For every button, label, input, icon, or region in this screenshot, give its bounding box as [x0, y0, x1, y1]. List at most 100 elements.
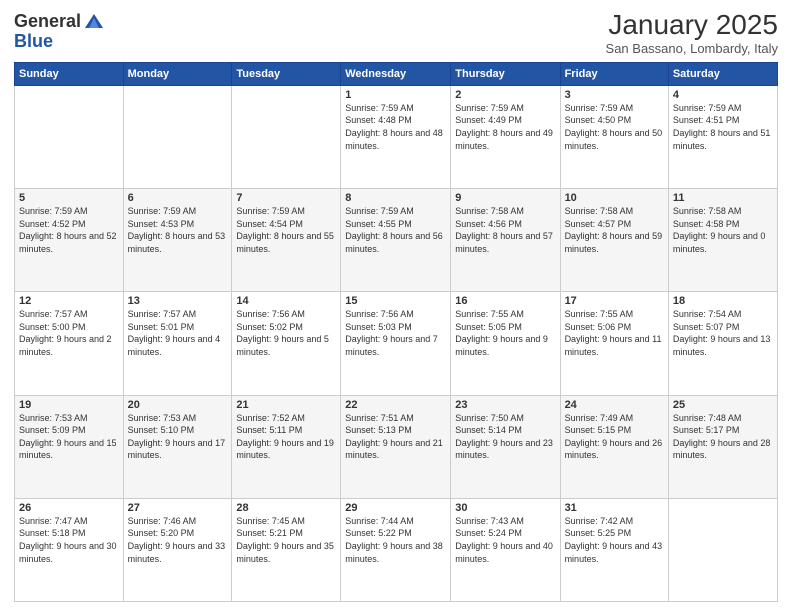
table-row: 4Sunrise: 7:59 AM Sunset: 4:51 PM Daylig…: [668, 85, 777, 188]
title-area: January 2025 San Bassano, Lombardy, Ital…: [606, 10, 778, 56]
day-number: 6: [128, 192, 228, 204]
table-row: 11Sunrise: 7:58 AM Sunset: 4:58 PM Dayli…: [668, 189, 777, 292]
day-number: 22: [345, 399, 446, 411]
day-info: Sunrise: 7:57 AM Sunset: 5:01 PM Dayligh…: [128, 308, 228, 358]
header-friday: Friday: [560, 62, 668, 85]
table-row: 2Sunrise: 7:59 AM Sunset: 4:49 PM Daylig…: [451, 85, 560, 188]
day-number: 20: [128, 399, 228, 411]
header-saturday: Saturday: [668, 62, 777, 85]
top-section: General Blue January 2025 San Bassano, L…: [14, 10, 778, 56]
table-row: 7Sunrise: 7:59 AM Sunset: 4:54 PM Daylig…: [232, 189, 341, 292]
header-wednesday: Wednesday: [341, 62, 451, 85]
day-info: Sunrise: 7:49 AM Sunset: 5:15 PM Dayligh…: [565, 412, 664, 462]
header-monday: Monday: [123, 62, 232, 85]
day-number: 27: [128, 502, 228, 514]
calendar-row: 5Sunrise: 7:59 AM Sunset: 4:52 PM Daylig…: [15, 189, 778, 292]
table-row: 10Sunrise: 7:58 AM Sunset: 4:57 PM Dayli…: [560, 189, 668, 292]
table-row: 15Sunrise: 7:56 AM Sunset: 5:03 PM Dayli…: [341, 292, 451, 395]
day-info: Sunrise: 7:54 AM Sunset: 5:07 PM Dayligh…: [673, 308, 773, 358]
table-row: 13Sunrise: 7:57 AM Sunset: 5:01 PM Dayli…: [123, 292, 232, 395]
location-title: San Bassano, Lombardy, Italy: [606, 41, 778, 56]
table-row: 3Sunrise: 7:59 AM Sunset: 4:50 PM Daylig…: [560, 85, 668, 188]
day-info: Sunrise: 7:46 AM Sunset: 5:20 PM Dayligh…: [128, 515, 228, 565]
page: General Blue January 2025 San Bassano, L…: [0, 0, 792, 612]
table-row: 25Sunrise: 7:48 AM Sunset: 5:17 PM Dayli…: [668, 395, 777, 498]
table-row: 19Sunrise: 7:53 AM Sunset: 5:09 PM Dayli…: [15, 395, 124, 498]
day-number: 30: [455, 502, 555, 514]
day-number: 8: [345, 192, 446, 204]
day-info: Sunrise: 7:58 AM Sunset: 4:56 PM Dayligh…: [455, 205, 555, 255]
day-number: 1: [345, 89, 446, 101]
table-row: 26Sunrise: 7:47 AM Sunset: 5:18 PM Dayli…: [15, 498, 124, 601]
day-info: Sunrise: 7:59 AM Sunset: 4:51 PM Dayligh…: [673, 102, 773, 152]
table-row: 6Sunrise: 7:59 AM Sunset: 4:53 PM Daylig…: [123, 189, 232, 292]
table-row: 1Sunrise: 7:59 AM Sunset: 4:48 PM Daylig…: [341, 85, 451, 188]
day-number: 4: [673, 89, 773, 101]
day-number: 21: [236, 399, 336, 411]
day-info: Sunrise: 7:59 AM Sunset: 4:55 PM Dayligh…: [345, 205, 446, 255]
day-number: 26: [19, 502, 119, 514]
day-info: Sunrise: 7:48 AM Sunset: 5:17 PM Dayligh…: [673, 412, 773, 462]
day-info: Sunrise: 7:57 AM Sunset: 5:00 PM Dayligh…: [19, 308, 119, 358]
calendar-table: Sunday Monday Tuesday Wednesday Thursday…: [14, 62, 778, 602]
header-tuesday: Tuesday: [232, 62, 341, 85]
day-info: Sunrise: 7:59 AM Sunset: 4:49 PM Dayligh…: [455, 102, 555, 152]
day-info: Sunrise: 7:53 AM Sunset: 5:09 PM Dayligh…: [19, 412, 119, 462]
day-info: Sunrise: 7:56 AM Sunset: 5:03 PM Dayligh…: [345, 308, 446, 358]
day-info: Sunrise: 7:50 AM Sunset: 5:14 PM Dayligh…: [455, 412, 555, 462]
calendar-row: 19Sunrise: 7:53 AM Sunset: 5:09 PM Dayli…: [15, 395, 778, 498]
day-info: Sunrise: 7:42 AM Sunset: 5:25 PM Dayligh…: [565, 515, 664, 565]
table-row: 9Sunrise: 7:58 AM Sunset: 4:56 PM Daylig…: [451, 189, 560, 292]
day-number: 25: [673, 399, 773, 411]
table-row: 30Sunrise: 7:43 AM Sunset: 5:24 PM Dayli…: [451, 498, 560, 601]
day-number: 15: [345, 295, 446, 307]
day-info: Sunrise: 7:59 AM Sunset: 4:50 PM Dayligh…: [565, 102, 664, 152]
day-number: 24: [565, 399, 664, 411]
day-info: Sunrise: 7:55 AM Sunset: 5:05 PM Dayligh…: [455, 308, 555, 358]
table-row: 14Sunrise: 7:56 AM Sunset: 5:02 PM Dayli…: [232, 292, 341, 395]
day-number: 16: [455, 295, 555, 307]
day-info: Sunrise: 7:53 AM Sunset: 5:10 PM Dayligh…: [128, 412, 228, 462]
day-number: 5: [19, 192, 119, 204]
table-row: [123, 85, 232, 188]
table-row: 28Sunrise: 7:45 AM Sunset: 5:21 PM Dayli…: [232, 498, 341, 601]
logo-icon: [83, 10, 105, 32]
day-number: 31: [565, 502, 664, 514]
day-info: Sunrise: 7:59 AM Sunset: 4:48 PM Dayligh…: [345, 102, 446, 152]
day-number: 12: [19, 295, 119, 307]
table-row: 21Sunrise: 7:52 AM Sunset: 5:11 PM Dayli…: [232, 395, 341, 498]
day-number: 10: [565, 192, 664, 204]
table-row: 27Sunrise: 7:46 AM Sunset: 5:20 PM Dayli…: [123, 498, 232, 601]
day-number: 23: [455, 399, 555, 411]
table-row: 20Sunrise: 7:53 AM Sunset: 5:10 PM Dayli…: [123, 395, 232, 498]
logo-blue: Blue: [14, 32, 53, 50]
day-info: Sunrise: 7:45 AM Sunset: 5:21 PM Dayligh…: [236, 515, 336, 565]
table-row: [232, 85, 341, 188]
day-info: Sunrise: 7:55 AM Sunset: 5:06 PM Dayligh…: [565, 308, 664, 358]
day-number: 2: [455, 89, 555, 101]
table-row: 17Sunrise: 7:55 AM Sunset: 5:06 PM Dayli…: [560, 292, 668, 395]
day-number: 19: [19, 399, 119, 411]
day-number: 7: [236, 192, 336, 204]
logo-general: General: [14, 12, 81, 30]
table-row: 5Sunrise: 7:59 AM Sunset: 4:52 PM Daylig…: [15, 189, 124, 292]
day-number: 18: [673, 295, 773, 307]
day-number: 3: [565, 89, 664, 101]
table-row: 16Sunrise: 7:55 AM Sunset: 5:05 PM Dayli…: [451, 292, 560, 395]
table-row: 29Sunrise: 7:44 AM Sunset: 5:22 PM Dayli…: [341, 498, 451, 601]
logo-area: General Blue: [14, 10, 105, 50]
calendar-row: 26Sunrise: 7:47 AM Sunset: 5:18 PM Dayli…: [15, 498, 778, 601]
table-row: 18Sunrise: 7:54 AM Sunset: 5:07 PM Dayli…: [668, 292, 777, 395]
day-info: Sunrise: 7:44 AM Sunset: 5:22 PM Dayligh…: [345, 515, 446, 565]
day-info: Sunrise: 7:51 AM Sunset: 5:13 PM Dayligh…: [345, 412, 446, 462]
day-number: 28: [236, 502, 336, 514]
table-row: 24Sunrise: 7:49 AM Sunset: 5:15 PM Dayli…: [560, 395, 668, 498]
header-row: Sunday Monday Tuesday Wednesday Thursday…: [15, 62, 778, 85]
calendar-row: 12Sunrise: 7:57 AM Sunset: 5:00 PM Dayli…: [15, 292, 778, 395]
table-row: 31Sunrise: 7:42 AM Sunset: 5:25 PM Dayli…: [560, 498, 668, 601]
day-info: Sunrise: 7:43 AM Sunset: 5:24 PM Dayligh…: [455, 515, 555, 565]
day-number: 9: [455, 192, 555, 204]
table-row: 8Sunrise: 7:59 AM Sunset: 4:55 PM Daylig…: [341, 189, 451, 292]
table-row: 23Sunrise: 7:50 AM Sunset: 5:14 PM Dayli…: [451, 395, 560, 498]
table-row: 12Sunrise: 7:57 AM Sunset: 5:00 PM Dayli…: [15, 292, 124, 395]
